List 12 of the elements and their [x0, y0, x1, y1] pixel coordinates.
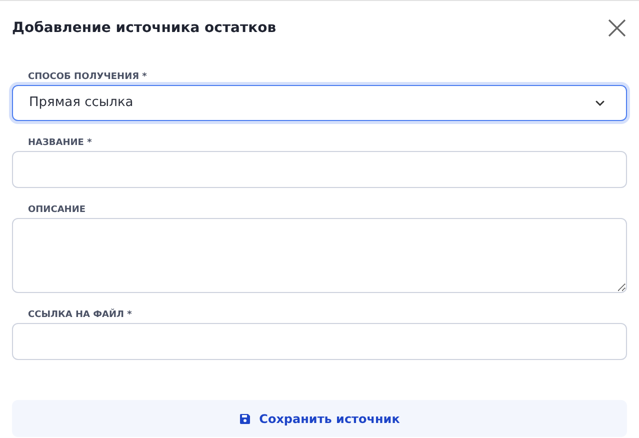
field-label: ОПИСАНИЕ: [28, 204, 86, 216]
dialog-title: Добавление источника остатков: [12, 18, 276, 38]
description-field[interactable]: [12, 218, 627, 293]
field-label: НАЗВАНИЕ *: [28, 137, 93, 149]
field-label: ССЫЛКА НА ФАЙЛ *: [28, 309, 133, 321]
dropdown-value: Прямая ссылка: [29, 94, 134, 112]
input-field[interactable]: [12, 151, 627, 188]
dropdown[interactable]: Прямая ссылка: [12, 85, 627, 121]
close-icon[interactable]: [608, 19, 626, 37]
field-label: СПОСОБ ПОЛУЧЕНИЯ *: [28, 71, 148, 83]
save-button[interactable]: Сохранить источник: [12, 400, 627, 437]
input-field[interactable]: [12, 323, 627, 360]
